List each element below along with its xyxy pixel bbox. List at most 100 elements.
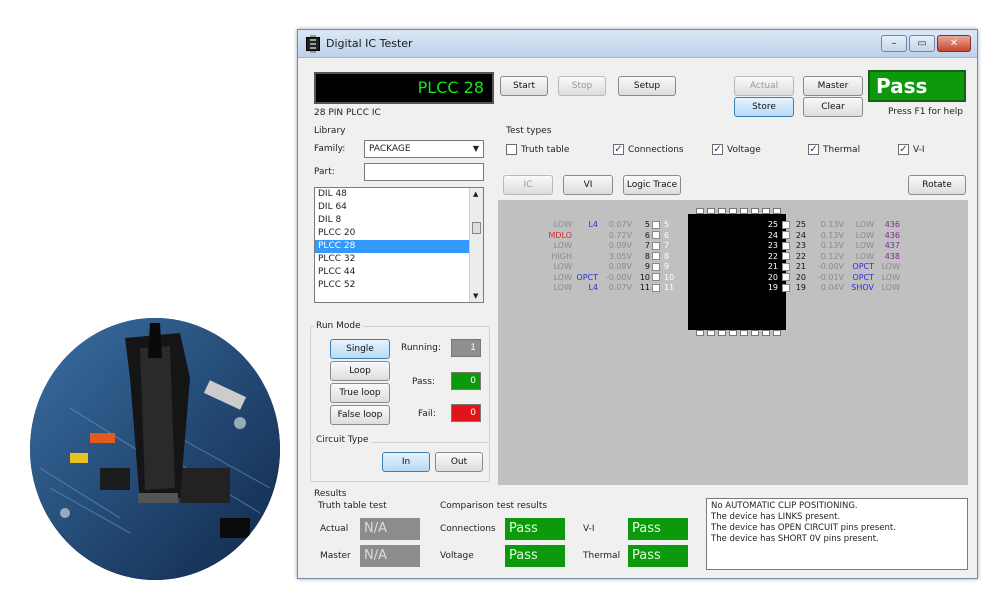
- scroll-thumb[interactable]: [472, 222, 481, 234]
- master-button[interactable]: Master: [803, 76, 863, 96]
- actual-result-field: N/A: [360, 518, 420, 540]
- tab-logic-trace[interactable]: Logic Trace: [623, 175, 681, 195]
- result-messages-box[interactable]: No AUTOMATIC CLIP POSITIONING. The device…: [706, 498, 968, 570]
- help-hint: Press F1 for help: [888, 107, 964, 117]
- tab-ic[interactable]: IC: [503, 175, 553, 195]
- list-item[interactable]: DIL 64: [315, 201, 483, 214]
- store-button[interactable]: Store: [734, 97, 794, 117]
- chip-pad: [729, 330, 737, 336]
- minimize-button[interactable]: –: [881, 35, 907, 52]
- pin-readout-row[interactable]: 22 22 0.12V LOW 438: [760, 252, 900, 262]
- maximize-button[interactable]: ▭: [909, 35, 935, 52]
- setup-button[interactable]: Setup: [618, 76, 676, 96]
- list-item[interactable]: DIL 48: [315, 188, 483, 201]
- list-item[interactable]: PLCC 44: [315, 266, 483, 279]
- pin-checkbox[interactable]: [782, 241, 790, 250]
- listbox-scrollbar[interactable]: ▲ ▼: [469, 188, 483, 302]
- family-select-value: PACKAGE: [369, 144, 411, 154]
- pin-readout-row[interactable]: LOW L4 0.07V 11 11: [538, 283, 684, 293]
- vi-result-field: Pass: [628, 518, 688, 540]
- actual-button[interactable]: Actual: [734, 76, 794, 96]
- pin-number: 25: [795, 220, 806, 229]
- scroll-up-icon[interactable]: ▲: [473, 190, 478, 198]
- pin-readout-row[interactable]: 19 19 0.04V SHOV LOW: [760, 283, 900, 293]
- false-loop-button[interactable]: False loop: [330, 405, 390, 425]
- list-item[interactable]: PLCC 32: [315, 253, 483, 266]
- pin-readout-row[interactable]: MDLO 0.72V 6 6: [538, 231, 684, 241]
- pin-readout-row[interactable]: LOW L4 0.07V 5 5: [538, 220, 684, 230]
- pin-inner-number: 21: [767, 262, 778, 271]
- pin-checkbox[interactable]: [782, 220, 790, 229]
- tab-vi[interactable]: VI: [563, 175, 613, 195]
- pin-checkbox[interactable]: [782, 231, 790, 239]
- checkbox-truth-table[interactable]: [506, 144, 517, 155]
- comparison-results-title: Comparison test results: [440, 501, 548, 511]
- pin-readout-row[interactable]: 25 25 0.13V LOW 436: [760, 220, 900, 230]
- pin-readout-row[interactable]: 23 23 0.13V LOW 437: [760, 241, 900, 251]
- pin-state: LOW: [855, 241, 874, 250]
- checkbox-connections[interactable]: ✓: [613, 144, 624, 155]
- list-item[interactable]: PLCC 28: [315, 240, 483, 253]
- pin-checkbox[interactable]: [652, 252, 660, 260]
- single-mode-button[interactable]: Single: [330, 339, 390, 359]
- pin-checkbox[interactable]: [782, 283, 790, 292]
- pin-readout-row[interactable]: LOW 0.09V 7 7: [538, 241, 684, 251]
- pin-checkbox[interactable]: [652, 231, 660, 239]
- pin-checkbox[interactable]: [782, 262, 790, 271]
- pin-checkbox[interactable]: [652, 241, 660, 250]
- pin-readout-row[interactable]: LOW 0.08V 9 9: [538, 262, 684, 272]
- package-listbox[interactable]: DIL 48 DIL 64 DIL 8 PLCC 20 PLCC 28 PLCC 32 PL…: [314, 187, 484, 303]
- pin-voltage: 0.08V: [608, 262, 632, 271]
- part-input[interactable]: [364, 163, 484, 181]
- pin-readout-row[interactable]: LOW OPCT -0.00V 10 10: [538, 273, 684, 283]
- library-title: Library: [314, 126, 346, 136]
- pin-readout-row[interactable]: 21 21 -0.00V OPCT LOW: [760, 262, 900, 272]
- pin-checkbox[interactable]: [782, 252, 790, 260]
- checkbox-thermal[interactable]: ✓: [808, 144, 819, 155]
- pin-readout-row[interactable]: 20 20 -0.01V OPCT LOW: [760, 273, 900, 283]
- family-select[interactable]: PACKAGE ▼: [364, 140, 484, 158]
- pin-voltage: 0.04V: [820, 283, 844, 292]
- scroll-down-icon[interactable]: ▼: [473, 292, 478, 300]
- checkbox-voltage[interactable]: ✓: [712, 144, 723, 155]
- loop-mode-button[interactable]: Loop: [330, 361, 390, 381]
- message-line: The device has SHORT 0V pins present.: [711, 534, 879, 544]
- message-line: No AUTOMATIC CLIP POSITIONING.: [711, 501, 858, 511]
- pin-checkbox[interactable]: [652, 262, 660, 271]
- pin-inner-number: 23: [767, 241, 778, 250]
- pin-voltage: -0.00V: [817, 262, 844, 271]
- true-loop-button[interactable]: True loop: [330, 383, 390, 403]
- circuit-out-button[interactable]: Out: [435, 452, 483, 472]
- connections-result-field: Pass: [505, 518, 565, 540]
- pin-state: LOW: [553, 241, 572, 250]
- pin-checkbox[interactable]: [782, 273, 790, 281]
- device-description: 28 PIN PLCC IC: [314, 108, 381, 118]
- chip-pad: [707, 208, 715, 214]
- chip-pad: [718, 208, 726, 214]
- pin-inner-number: 5: [664, 220, 670, 229]
- list-item[interactable]: PLCC 52: [315, 279, 483, 292]
- circuit-in-button[interactable]: In: [382, 452, 430, 472]
- pin-checkbox[interactable]: [652, 220, 660, 229]
- rotate-button[interactable]: Rotate: [908, 175, 966, 195]
- stop-button[interactable]: Stop: [558, 76, 606, 96]
- close-button[interactable]: ✕: [937, 35, 971, 52]
- checkbox-v-i[interactable]: ✓: [898, 144, 909, 155]
- chip-pad: [718, 330, 726, 336]
- voltage-result-field: Pass: [505, 545, 565, 567]
- pin-inner-number: 25: [767, 220, 778, 229]
- pin-state-2: L4: [588, 220, 598, 229]
- checkbox-label: Truth table: [521, 145, 570, 155]
- list-item[interactable]: DIL 8: [315, 214, 483, 227]
- pin-number: 21: [795, 262, 806, 271]
- start-button[interactable]: Start: [500, 76, 548, 96]
- clear-button[interactable]: Clear: [803, 97, 863, 117]
- pin-readout-row[interactable]: 24 24 0.13V LOW 436: [760, 231, 900, 241]
- pin-checkbox[interactable]: [652, 283, 660, 292]
- list-item[interactable]: PLCC 20: [315, 227, 483, 240]
- pin-readout-row[interactable]: HIGH 3.05V 8 8: [538, 252, 684, 262]
- pin-inner-number: 19: [767, 283, 778, 292]
- pin-extra: 438: [884, 251, 900, 261]
- chip-pad: [696, 208, 704, 214]
- pin-checkbox[interactable]: [652, 273, 660, 281]
